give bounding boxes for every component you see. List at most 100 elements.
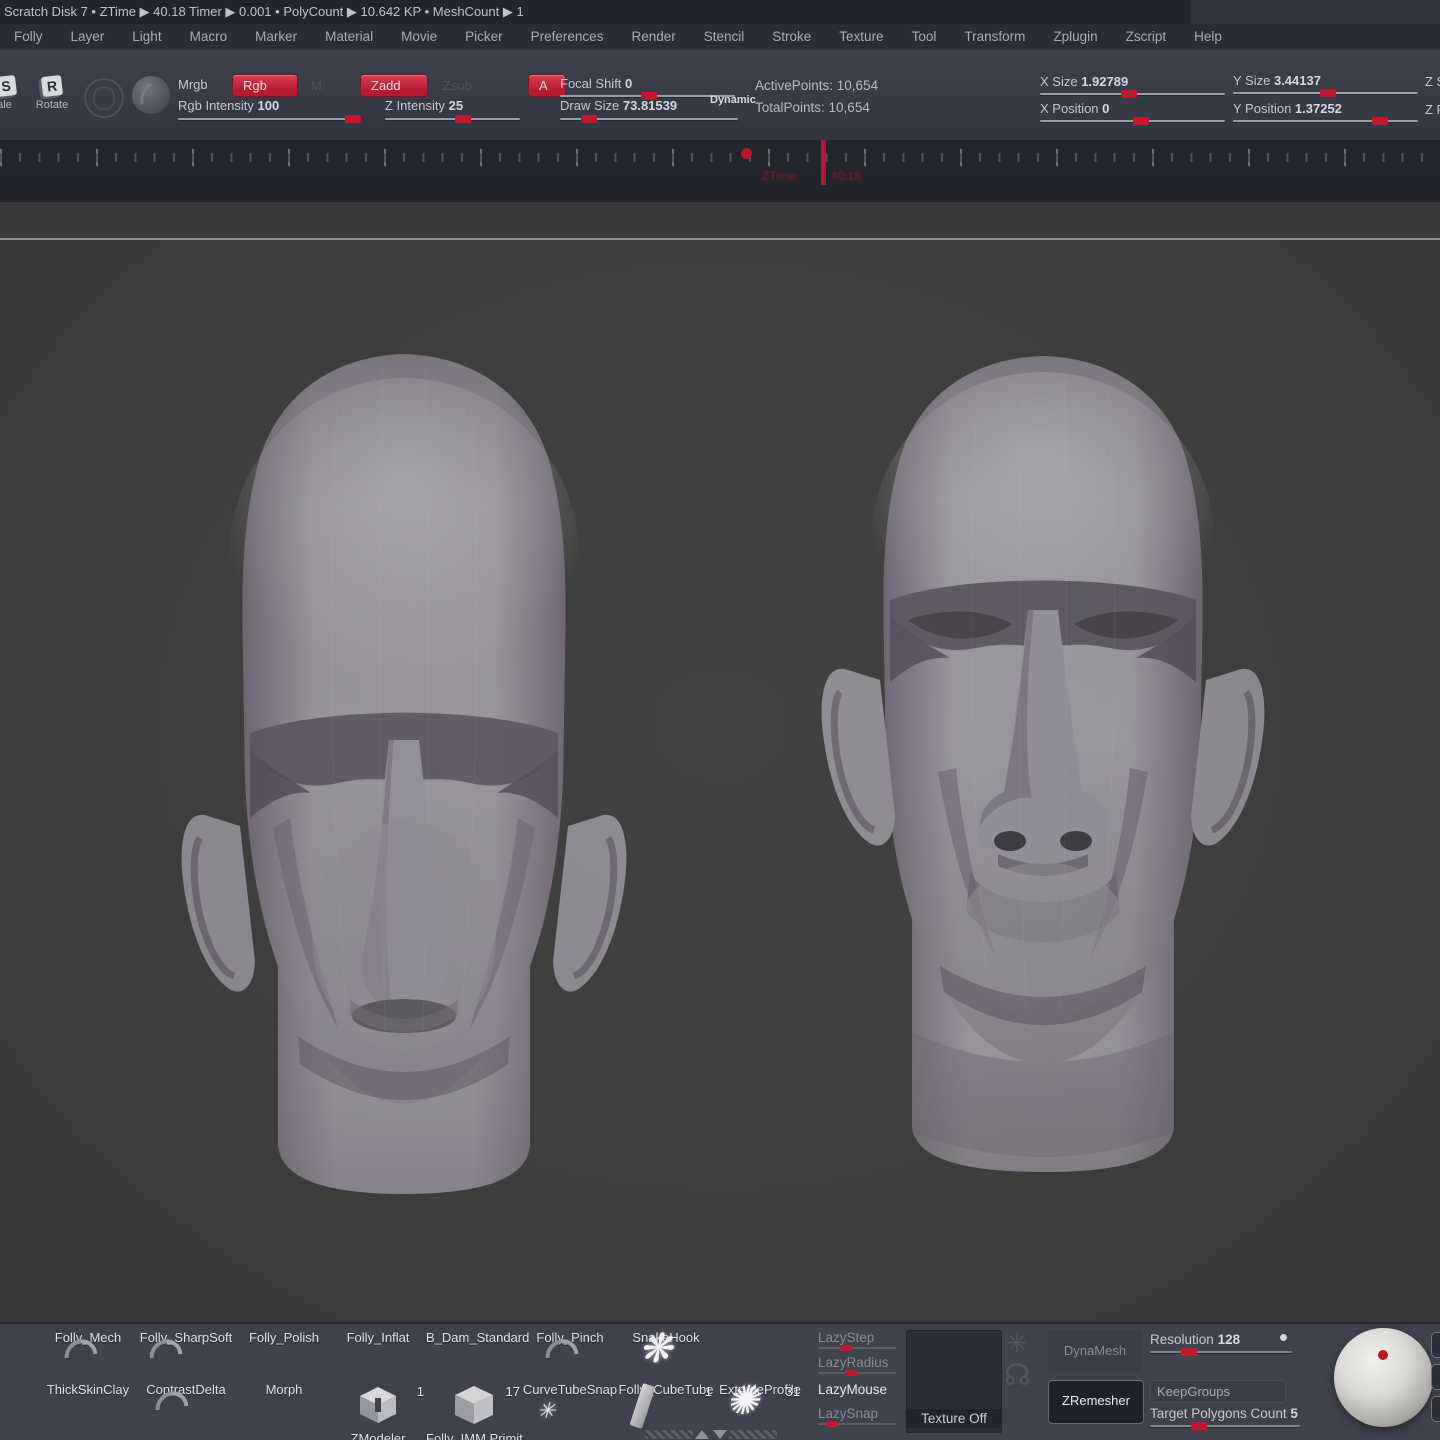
focal-shift-slider[interactable]: Focal Shift 0 xyxy=(560,76,735,91)
menu-marker[interactable]: Marker xyxy=(241,24,311,50)
brush-snakehook[interactable]: ❋ SnakeHook xyxy=(618,1330,714,1345)
expand-arrow-icon[interactable] xyxy=(695,1430,709,1439)
y-size-slider[interactable]: Y Size 3.44137 xyxy=(1233,73,1418,88)
timeline-ruler[interactable] xyxy=(0,144,1440,170)
rotate-button[interactable]: R Rotate xyxy=(30,76,74,111)
menu-zscript[interactable]: Zscript xyxy=(1112,24,1181,50)
brush-cube-icon xyxy=(451,1416,497,1431)
edge-button-clipped[interactable] xyxy=(1431,1396,1440,1422)
texture-off-label: Texture Off xyxy=(907,1409,1001,1428)
mrgb-button[interactable]: Mrgb xyxy=(178,77,208,92)
menu-texture[interactable]: Texture xyxy=(825,24,897,50)
brush-folly-imm-primit[interactable]: 17 Folly_IMM Primit xyxy=(426,1382,522,1440)
stroke-picker-icon[interactable] xyxy=(84,78,124,118)
indicator-dot xyxy=(1280,1334,1287,1341)
document-top-band xyxy=(0,202,1440,240)
brush-contrastdelta[interactable]: ContrastDelta xyxy=(138,1382,234,1397)
title-bar-right-segment xyxy=(1190,0,1440,24)
top-shelf: S Scale R Rotate Mrgb Rgb M Zadd Zsub Rg… xyxy=(0,50,1440,141)
brush-item-clipped[interactable]: e xyxy=(0,1330,34,1345)
ghost-spotlight-icon: ✳ xyxy=(1006,1328,1028,1359)
texture-slot[interactable]: Texture Off xyxy=(906,1330,1002,1433)
brush-bdam-standard[interactable]: B_Dam_Standard xyxy=(426,1330,522,1345)
brush-folly-sharpsoft[interactable]: Folly_SharpSoft xyxy=(138,1330,234,1345)
model-head-right[interactable] xyxy=(820,352,1266,1180)
active-points-readout: ActivePoints: 10,654 xyxy=(755,78,878,93)
rotate-label: Rotate xyxy=(30,99,74,111)
lazystep-slider[interactable]: LazyStep xyxy=(818,1330,918,1349)
brush-folly-mech[interactable]: Folly_Mech xyxy=(40,1330,136,1345)
rgb-button[interactable]: Rgb xyxy=(232,74,298,97)
timeline[interactable]: ZTime 40.18 xyxy=(0,140,1440,202)
edge-button-clipped[interactable] xyxy=(1431,1364,1440,1390)
z-intensity-slider[interactable]: Z Intensity 25 xyxy=(385,98,520,113)
z-position-slider[interactable]: Z Position xyxy=(1425,102,1440,117)
dynamesh-button[interactable]: DynaMesh xyxy=(1048,1330,1142,1372)
menu-transform[interactable]: Transform xyxy=(950,24,1039,50)
keepgroups-button[interactable]: KeepGroups xyxy=(1150,1380,1286,1403)
brush-folly-inflat[interactable]: Folly_Inflat xyxy=(330,1330,426,1345)
brush-folly-pinch[interactable]: Folly_Pinch xyxy=(522,1330,618,1345)
total-points-readout: TotalPoints: 10,654 xyxy=(755,100,870,115)
scale-button[interactable]: S Scale xyxy=(0,76,28,111)
zadd-button[interactable]: Zadd xyxy=(360,74,428,97)
lazyradius-slider[interactable]: LazyRadius xyxy=(818,1355,918,1374)
menu-light[interactable]: Light xyxy=(118,24,175,50)
brush-morph[interactable]: Morph xyxy=(236,1382,332,1397)
y-position-slider[interactable]: Y Position 1.37252 xyxy=(1233,101,1418,116)
timeline-playhead[interactable] xyxy=(821,140,826,185)
material-preview-sphere[interactable] xyxy=(1334,1328,1433,1427)
timeline-keyframe-dot[interactable] xyxy=(741,148,752,159)
edge-button-clipped[interactable] xyxy=(1431,1332,1440,1358)
menu-picker[interactable]: Picker xyxy=(451,24,517,50)
lazymouse-button[interactable]: LazyMouse xyxy=(818,1382,918,1397)
title-bar: Scratch Disk 7 • ZTime ▶ 40.18 Timer ▶ 0… xyxy=(0,0,1440,24)
brush-curvetubesnap[interactable]: ✳ CurveTubeSnap xyxy=(522,1382,618,1397)
sculpt-viewport[interactable] xyxy=(0,240,1440,1322)
status-readout: Scratch Disk 7 • ZTime ▶ 40.18 Timer ▶ 0… xyxy=(0,4,524,19)
ghost-dial-icon: ☊ xyxy=(1004,1358,1031,1393)
lazysnap-slider[interactable]: LazySnap xyxy=(818,1406,918,1425)
menu-movie[interactable]: Movie xyxy=(387,24,451,50)
rgb-intensity-slider[interactable]: Rgb Intensity 100 xyxy=(178,98,360,113)
target-polygons-slider[interactable]: Target Polygons Count 5 xyxy=(1150,1406,1300,1421)
brush-cube-icon xyxy=(355,1416,401,1431)
rotate-icon: R xyxy=(41,75,63,97)
zsub-button[interactable]: Zsub xyxy=(432,74,483,97)
menu-material[interactable]: Material xyxy=(311,24,387,50)
scale-icon: S xyxy=(0,75,17,97)
dynamic-toggle[interactable]: Dynamic xyxy=(710,94,756,106)
menu-preferences[interactable]: Preferences xyxy=(517,24,618,50)
brush-extrudeprofile[interactable]: ✺ 31 ExtrudeProfile xyxy=(712,1382,808,1397)
m-button[interactable]: M xyxy=(300,74,333,97)
menu-macro[interactable]: Macro xyxy=(176,24,242,50)
zremesher-button[interactable]: ZRemesher xyxy=(1048,1380,1144,1424)
z-size-slider[interactable]: Z Size xyxy=(1425,74,1440,89)
menu-stencil[interactable]: Stencil xyxy=(690,24,759,50)
menu-layer[interactable]: Layer xyxy=(57,24,119,50)
menu-zplugin[interactable]: Zplugin xyxy=(1039,24,1111,50)
brush-item-clipped[interactable]: e xyxy=(0,1382,34,1397)
bottom-tray: e e Folly_Mech Folly_SharpSoft Folly_Pol… xyxy=(0,1322,1440,1440)
timeline-label-left: ZTime xyxy=(762,169,796,183)
brush-thickskinclay[interactable]: ThickSkinClay xyxy=(40,1382,136,1397)
menu-stroke[interactable]: Stroke xyxy=(758,24,825,50)
menu-render[interactable]: Render xyxy=(617,24,689,50)
brush-zmodeler[interactable]: 1 ZModeler xyxy=(330,1382,426,1440)
brush-folly-polish[interactable]: Folly_Polish xyxy=(236,1330,332,1345)
menu-help[interactable]: Help xyxy=(1180,24,1236,50)
menu-folly[interactable]: Folly xyxy=(0,24,57,50)
brush-folly-cubetube[interactable]: 1 Folly_CubeTube xyxy=(618,1382,714,1397)
scale-label: Scale xyxy=(0,99,28,111)
material-picker-icon[interactable] xyxy=(132,76,170,114)
x-position-slider[interactable]: X Position 0 xyxy=(1040,101,1225,116)
model-head-left[interactable] xyxy=(178,348,630,1206)
menu-tool[interactable]: Tool xyxy=(898,24,951,50)
tray-resize-handle[interactable] xyxy=(645,1429,777,1440)
zbrush-app: Scratch Disk 7 • ZTime ▶ 40.18 Timer ▶ 0… xyxy=(0,0,1440,1440)
material-red-dot xyxy=(1378,1350,1388,1360)
resolution-slider[interactable]: Resolution 128 xyxy=(1150,1332,1292,1347)
collapse-arrow-icon[interactable] xyxy=(713,1430,727,1439)
x-size-slider[interactable]: X Size 1.92789 xyxy=(1040,74,1225,89)
timeline-ticks xyxy=(0,144,1440,170)
